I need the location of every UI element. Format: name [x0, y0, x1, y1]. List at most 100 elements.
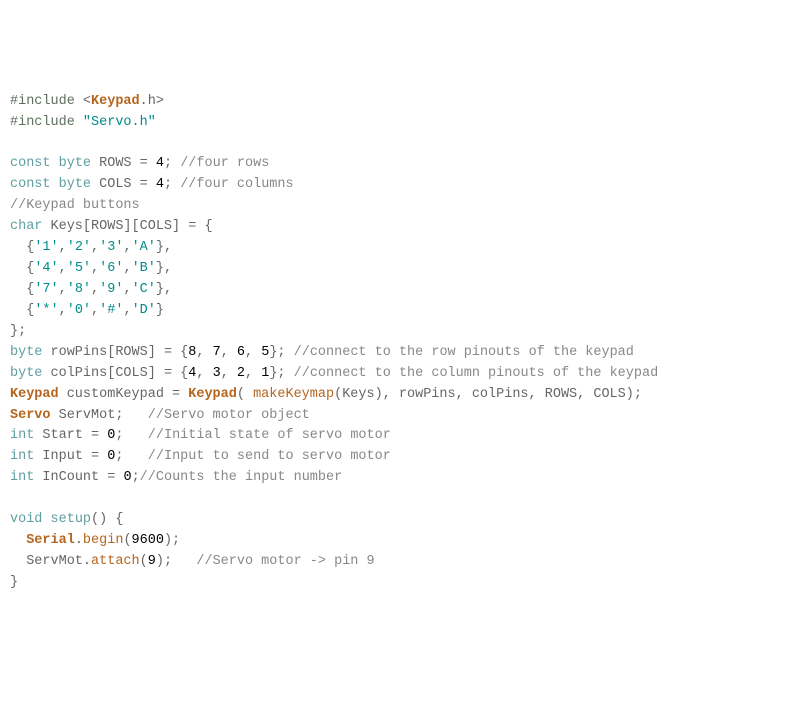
op-token: (: [140, 554, 148, 569]
ident-token: [148, 177, 156, 192]
op-token: .: [83, 554, 91, 569]
ident-token: [75, 94, 83, 109]
code-line: [10, 134, 790, 155]
cls-token: Keypad: [91, 94, 140, 109]
ident-token: [42, 512, 50, 527]
comment-token: //Keypad buttons: [10, 198, 140, 213]
code-line: byte rowPins[ROWS] = {8, 7, 6, 5}; //con…: [10, 343, 790, 364]
comment-token: //connect to the row pinouts of the keyp…: [294, 345, 634, 360]
kw-token: void: [10, 512, 42, 527]
num-token: 6: [237, 345, 245, 360]
ident-token: .h: [140, 94, 156, 109]
comment-token: //four columns: [180, 177, 293, 192]
op-token: }: [156, 303, 164, 318]
comment-token: //connect to the column pinouts of the k…: [294, 366, 659, 381]
op-token: );: [156, 554, 172, 569]
kw-token: byte: [59, 156, 91, 171]
ident-token: [172, 366, 180, 381]
ltgt-token: <: [83, 94, 91, 109]
ident-token: [10, 303, 26, 318]
op-token: =: [140, 177, 148, 192]
ident-token: ROWS: [91, 156, 140, 171]
cls-token: Keypad: [188, 387, 237, 402]
op-token: ,: [123, 282, 131, 297]
op-token: ;: [164, 177, 172, 192]
code-line: {'4','5','6','B'},: [10, 259, 790, 280]
op-token: ),: [375, 387, 399, 402]
ident-token: Input: [34, 449, 91, 464]
ident-token: ServMot: [51, 408, 116, 423]
str-token: "Servo.h": [83, 115, 156, 130]
str-token: '0': [67, 303, 91, 318]
kw-token: setup: [51, 512, 92, 527]
num-token: 3: [213, 366, 221, 381]
op-token: );: [626, 387, 642, 402]
ident-token: ROWS: [545, 387, 577, 402]
op-token: },: [156, 261, 172, 276]
op-token: (: [334, 387, 342, 402]
ident-token: ServMot: [10, 554, 83, 569]
comment-token: //four rows: [180, 156, 269, 171]
op-token: ,: [196, 366, 212, 381]
str-token: '9': [99, 282, 123, 297]
kw-token: int: [10, 428, 34, 443]
num-token: 7: [213, 345, 221, 360]
op-token: ,: [123, 303, 131, 318]
code-line: Serial.begin(9600);: [10, 531, 790, 552]
ltgt-token: >: [156, 94, 164, 109]
code-line: [10, 489, 790, 510]
ident-token: rowPins: [399, 387, 456, 402]
num-token: 4: [156, 177, 164, 192]
str-token: '6': [99, 261, 123, 276]
ident-token: [286, 366, 294, 381]
str-token: '7': [34, 282, 58, 297]
op-token: =: [164, 345, 172, 360]
ident-token: customKeypad: [59, 387, 172, 402]
ident-token: COLS: [593, 387, 625, 402]
cls-token: Serial: [26, 533, 75, 548]
code-line: #include <Keypad.h>: [10, 92, 790, 113]
op-token: };: [269, 345, 285, 360]
op-token: ,: [59, 240, 67, 255]
op-token: ;: [132, 470, 140, 485]
comment-token: //Counts the input number: [140, 470, 343, 485]
op-token: ,: [123, 261, 131, 276]
op-token: ,: [91, 261, 99, 276]
op-token: {: [204, 219, 212, 234]
code-line: Keypad customKeypad = Keypad( makeKeymap…: [10, 385, 790, 406]
num-token: 0: [123, 470, 131, 485]
ident-token: [123, 408, 147, 423]
kw-token: byte: [10, 366, 42, 381]
str-token: '5': [67, 261, 91, 276]
code-line: };: [10, 322, 790, 343]
code-block: #include <Keypad.h>#include "Servo.h" co…: [10, 92, 790, 594]
fn-token: makeKeymap: [253, 387, 334, 402]
ident-token: [172, 345, 180, 360]
ident-token: colPins: [472, 387, 529, 402]
op-token: (: [237, 387, 253, 402]
code-line: ServMot.attach(9); //Servo motor -> pin …: [10, 552, 790, 573]
code-line: {'*','0','#','D'}: [10, 301, 790, 322]
kw-token: const: [10, 177, 51, 192]
ident-token: [148, 156, 156, 171]
ident-token: colPins[COLS]: [42, 366, 164, 381]
ident-token: [123, 428, 147, 443]
fn-token: attach: [91, 554, 140, 569]
num-token: 4: [156, 156, 164, 171]
op-token: ,: [221, 345, 237, 360]
code-line: char Keys[ROWS][COLS] = {: [10, 217, 790, 238]
code-line: }: [10, 573, 790, 594]
op-token: =: [164, 366, 172, 381]
op-token: ;: [164, 156, 172, 171]
code-line: {'1','2','3','A'},: [10, 238, 790, 259]
op-token: =: [140, 156, 148, 171]
ident-token: [10, 240, 26, 255]
ident-token: [10, 261, 26, 276]
ident-token: [286, 345, 294, 360]
ident-token: [51, 156, 59, 171]
ident-token: [10, 282, 26, 297]
ident-token: InCount: [34, 470, 107, 485]
code-line: const byte COLS = 4; //four columns: [10, 175, 790, 196]
ident-token: [75, 115, 83, 130]
op-token: };: [269, 366, 285, 381]
